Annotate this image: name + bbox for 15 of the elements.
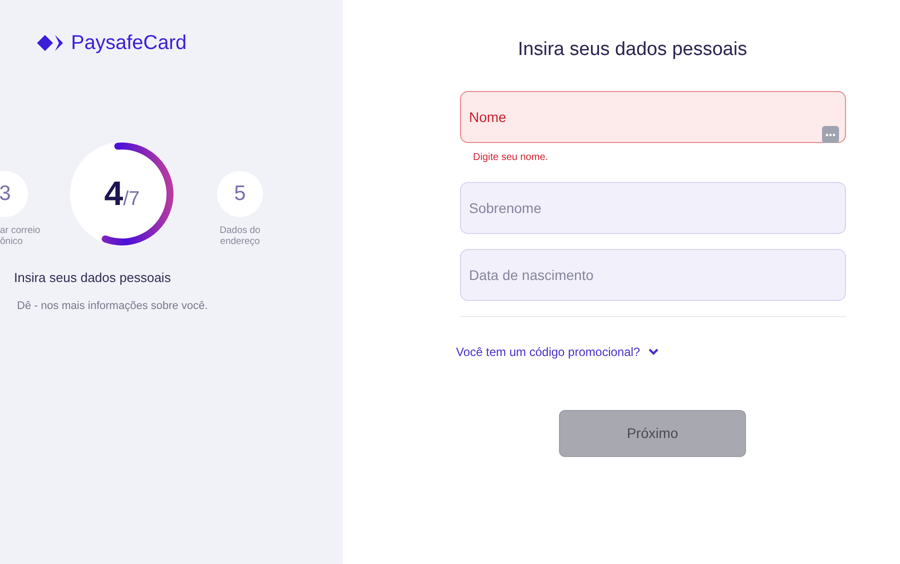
step-number: 5 xyxy=(217,171,263,217)
error-message: Digite seu nome. xyxy=(473,150,550,164)
autofill-icon[interactable] xyxy=(822,126,839,142)
step-number: 3 xyxy=(0,171,28,217)
form-title: Insira seus dados pessoais xyxy=(516,38,748,62)
input-field[interactable]: Data de nascimento xyxy=(460,248,846,300)
step-counter: 4/7 xyxy=(104,174,140,214)
input-field[interactable]: Nome xyxy=(460,90,846,142)
step-label: Dados do endereço xyxy=(220,225,260,248)
step-title: Insira seus dados pessoais xyxy=(14,269,172,287)
step-subtitle: Dê - nos mais informações sobre você. xyxy=(17,298,209,314)
promo-code-link[interactable]: Você tem um código promocional? xyxy=(456,342,660,360)
step-label: ar correio ônico xyxy=(0,225,40,248)
brand-name: PaysafeCard xyxy=(71,31,187,56)
input-field[interactable]: Sobrenome xyxy=(460,182,846,234)
